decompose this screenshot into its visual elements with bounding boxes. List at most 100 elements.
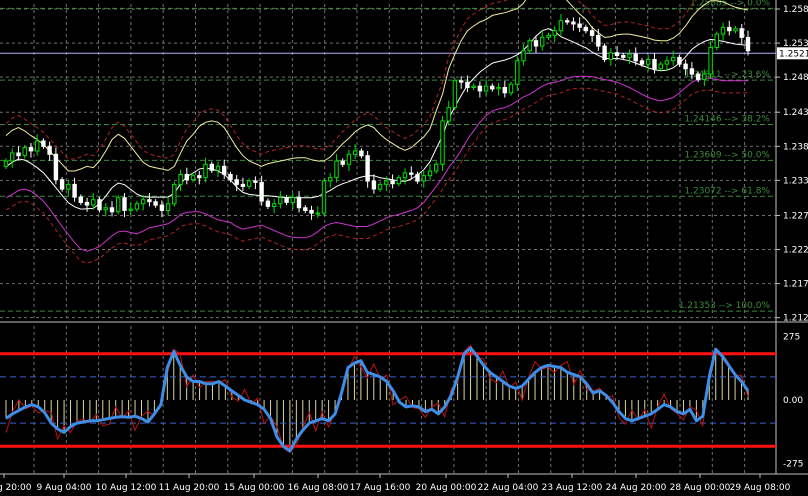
candle-body [384, 180, 389, 185]
candle-body [421, 175, 427, 182]
time-tick-label: 8 Aug 20:00 [0, 483, 32, 493]
candle-body [689, 68, 695, 75]
current-price-label: 1.25212 [779, 49, 808, 59]
candle-body [309, 209, 314, 214]
candle-body [702, 73, 707, 80]
candle-body [521, 50, 526, 62]
candle-body [371, 180, 377, 190]
candle-body [66, 183, 71, 190]
candle-body [508, 83, 514, 94]
candle-body [546, 34, 551, 38]
candle-body [365, 155, 370, 182]
candle-body [265, 200, 271, 207]
time-tick-label: 15 Aug 00:00 [224, 483, 285, 493]
candle-body [278, 197, 283, 205]
candle-body [714, 33, 719, 48]
candle-body [47, 145, 52, 155]
candle-body [72, 183, 77, 198]
candle-body [35, 140, 40, 152]
candle-body [141, 199, 146, 205]
candle-body [496, 87, 501, 90]
candle-body [483, 85, 489, 92]
fib-level-label: 1.23072 --> 61.8% [684, 186, 770, 196]
candle-body [222, 165, 227, 175]
candle-body [733, 28, 738, 32]
candle-body [540, 36, 545, 47]
candle-body [720, 26, 726, 35]
candle-body [602, 45, 607, 60]
time-tick-label: 29 Aug 08:00 [730, 483, 791, 493]
candle-body [452, 80, 458, 109]
price-tick-label: 1.23820 [783, 142, 808, 152]
candlesticks [3, 14, 751, 220]
candle-body [695, 73, 701, 80]
candle-body [565, 20, 570, 23]
candle-body [683, 63, 688, 70]
candle-body [527, 40, 532, 52]
candle-body [128, 208, 133, 211]
candle-body [178, 173, 183, 185]
candle-body [197, 175, 202, 179]
candle-body [390, 180, 395, 185]
candle-body [253, 180, 258, 183]
time-axis: 8 Aug 20:00 9 Aug 04:00 10 Aug 12:0011 Aug… [0, 474, 791, 493]
candle-body [284, 197, 289, 203]
candle-body [377, 183, 383, 190]
cci-indicator-panel: 275 0.00 -275 [0, 332, 803, 470]
candle-body [53, 153, 59, 181]
candle-body [184, 173, 190, 181]
candle-body [502, 87, 508, 94]
fib-level-label: 1.24146 --> 38.2% [684, 115, 770, 125]
price-chart: 1.25885 --> 0.0%1.24811 --> 23.6%1.24146… [0, 0, 808, 493]
candle-body [334, 160, 339, 179]
candle-body [739, 28, 744, 38]
price-tick-label: 1.22275 [783, 246, 808, 256]
candle-body [353, 150, 358, 155]
time-tick-label: 10 Aug 12:00 [96, 483, 157, 493]
fib-level-label: 1.21353 --> 100.0% [679, 301, 771, 311]
candle-body [515, 60, 520, 85]
candle-body [116, 197, 121, 213]
candle-body [359, 150, 364, 157]
price-tick-label: 1.23310 [783, 176, 808, 186]
time-tick-label: 24 Aug 20:00 [606, 483, 667, 493]
candle-body [290, 197, 296, 203]
bollinger-upper-band [5, 0, 749, 172]
candle-body [134, 203, 140, 210]
cci-tick-label: 275 [783, 332, 800, 342]
candle-body [172, 183, 177, 205]
candle-body [153, 201, 158, 206]
candle-body [409, 172, 414, 175]
candle-body [228, 173, 233, 181]
candle-body [271, 203, 277, 208]
outer-lower-envelope [5, 87, 748, 264]
candle-body [434, 163, 439, 172]
candle-body [465, 81, 470, 88]
bollinger-bands [5, 0, 749, 264]
candle-body [608, 52, 613, 60]
price-tick-label: 1.24855 [783, 73, 808, 83]
candle-body [328, 177, 333, 182]
candle-body [415, 173, 420, 182]
time-tick-label: 9 Aug 04:00 [37, 483, 92, 493]
candle-body [402, 172, 408, 179]
candle-body [589, 30, 595, 36]
candle-body [627, 53, 632, 58]
candle-body [427, 170, 433, 177]
cci-signal-line [5, 344, 749, 454]
candle-body [190, 175, 196, 181]
candle-body [658, 63, 663, 70]
candle-body [16, 152, 21, 157]
candle-body [240, 183, 246, 187]
candle-body [321, 180, 327, 214]
candle-body [727, 26, 732, 32]
candle-body [3, 160, 9, 167]
candle-body [109, 207, 115, 213]
time-tick-label: 23 Aug 12:00 [542, 483, 603, 493]
candle-body [203, 163, 208, 179]
candle-body [165, 203, 171, 212]
candle-body [664, 60, 670, 65]
candle-body [22, 147, 27, 157]
candle-body [10, 152, 15, 162]
candle-body [583, 26, 589, 32]
